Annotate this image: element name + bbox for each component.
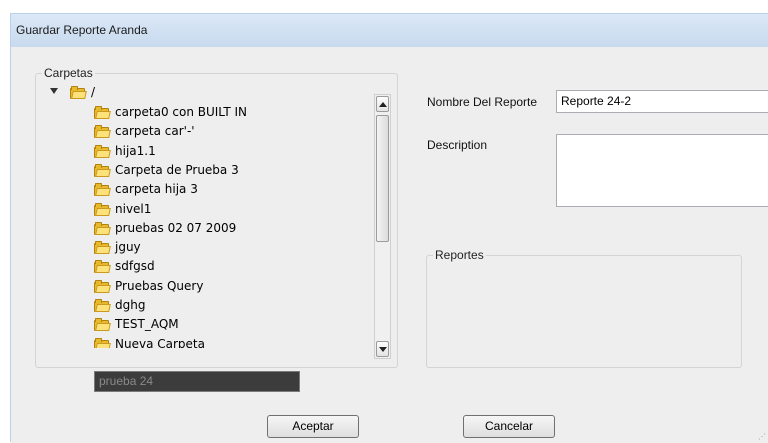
cancel-button[interactable]: Cancelar — [463, 415, 555, 438]
folder-icon — [94, 125, 111, 139]
report-name-label: Nombre Del Reporte — [427, 95, 538, 109]
folder-name-input[interactable]: prueba 24 — [94, 371, 300, 392]
folder-icon — [94, 279, 111, 293]
folder-icon — [94, 299, 111, 312]
tree-item-label: Nueva Carpeta — [115, 336, 205, 348]
folder-icon — [94, 163, 111, 177]
tree-item-label: nivel1 — [115, 201, 152, 216]
tree-item[interactable]: carpeta0 con BUILT IN — [42, 103, 342, 122]
tree-item[interactable]: hija1.1 — [42, 142, 342, 161]
tree-item[interactable]: Pruebas Query — [42, 277, 342, 296]
tree-item-label: Carpeta de Prueba 3 — [115, 162, 239, 177]
tree-item[interactable]: dghg — [42, 296, 342, 315]
resize-grip-icon[interactable]: ⋰ — [758, 432, 766, 441]
folder-icon — [94, 241, 111, 255]
window-title: Guardar Reporte Aranda — [16, 23, 148, 37]
tree-item[interactable]: carpeta hija 3 — [42, 180, 342, 199]
tree-item-label: carpeta0 con BUILT IN — [115, 105, 247, 119]
scroll-up-button[interactable] — [376, 96, 389, 112]
scroll-thumb[interactable] — [376, 115, 389, 242]
title-bar[interactable]: Guardar Reporte Aranda — [11, 14, 768, 47]
tree-item-label: TEST_AQM — [115, 317, 179, 332]
tree-item-label: Pruebas Query — [115, 278, 204, 293]
expand-arrow-icon[interactable] — [50, 88, 58, 94]
folders-group: Carpetas / carpeta0 con BUILT IN carpeta … — [35, 66, 398, 368]
tree-item[interactable]: pruebas 02 07 2009 — [42, 219, 342, 238]
arrow-down-icon — [379, 347, 387, 352]
reports-group: Reportes — [426, 248, 742, 368]
tree-item-label: carpeta car'-' — [115, 124, 195, 139]
folder-icon — [94, 144, 111, 158]
folder-icon — [94, 106, 111, 119]
tree-item[interactable]: Nueva Carpeta — [42, 335, 342, 348]
folder-icon — [94, 202, 111, 216]
folder-icon — [94, 221, 111, 235]
description-label: Description — [427, 138, 488, 152]
tree-item[interactable]: nivel1 — [42, 200, 342, 219]
folder-icon — [70, 86, 87, 99]
reports-legend: Reportes — [433, 248, 486, 262]
folders-legend: Carpetas — [42, 66, 95, 80]
tree-item[interactable]: Carpeta de Prueba 3 — [42, 161, 342, 180]
folder-tree[interactable]: / carpeta0 con BUILT IN carpeta car'-' hij… — [42, 83, 362, 348]
tree-item-label: jguy — [115, 240, 141, 255]
dialog-body: Carpetas / carpeta0 con BUILT IN carpeta … — [11, 47, 768, 443]
folder-icon — [94, 183, 111, 197]
tree-scrollbar[interactable] — [374, 94, 391, 359]
tree-item-label: carpeta hija 3 — [115, 182, 198, 197]
folder-icon — [94, 337, 111, 348]
accept-button[interactable]: Aceptar — [267, 415, 359, 438]
folder-icon — [94, 318, 111, 332]
arrow-up-icon — [379, 102, 387, 107]
tree-root-label: / — [91, 85, 96, 99]
tree-item-label: sdfgsd — [115, 259, 155, 274]
scroll-down-button[interactable] — [376, 341, 389, 357]
folder-icon — [94, 260, 111, 274]
tree-item-label: hija1.1 — [115, 143, 156, 158]
report-name-input[interactable]: Reporte 24-2 — [556, 90, 768, 113]
tree-item[interactable]: sdfgsd — [42, 257, 342, 276]
tree-item[interactable]: carpeta car'-' — [42, 122, 342, 141]
dialog-window: Guardar Reporte Aranda Carpetas / carpet… — [10, 13, 768, 443]
tree-item-label: dghg — [115, 298, 146, 312]
tree-item[interactable]: jguy — [42, 238, 342, 257]
tree-root[interactable]: / — [42, 83, 342, 102]
tree-item[interactable]: TEST_AQM — [42, 315, 342, 334]
description-input[interactable] — [556, 134, 768, 207]
tree-item-label: pruebas 02 07 2009 — [115, 220, 237, 235]
